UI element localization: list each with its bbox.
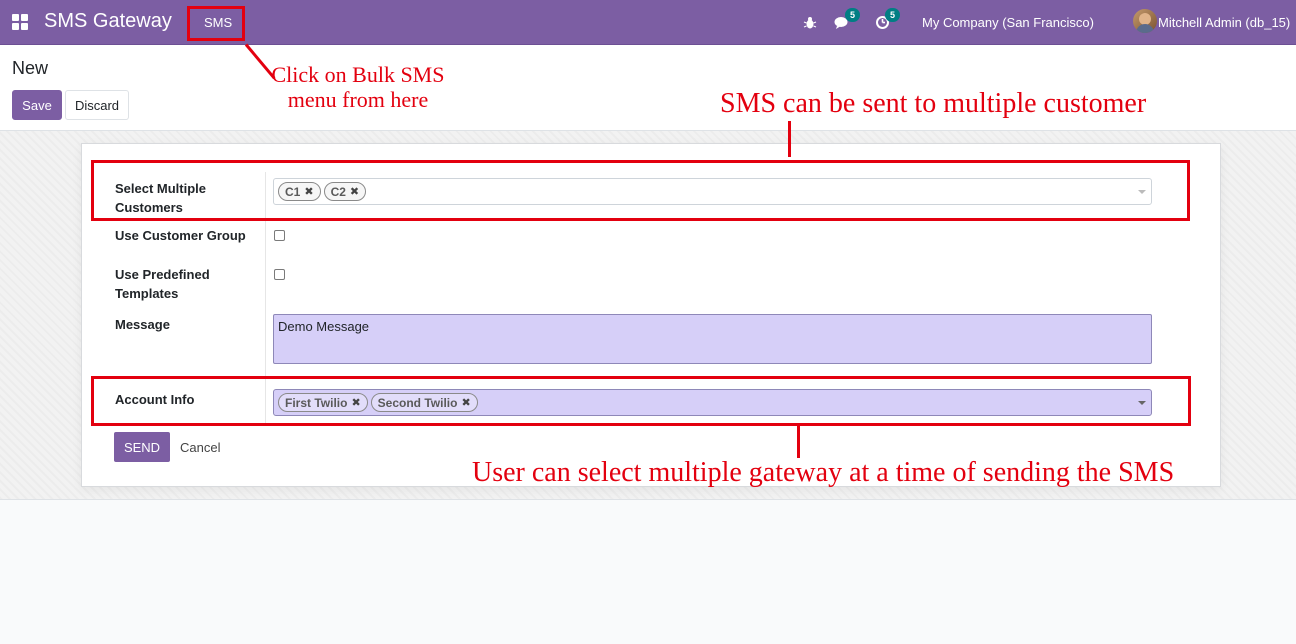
annotation-bulk-sms-line2: menu from here: [287, 87, 429, 112]
avatar[interactable]: [1133, 9, 1157, 33]
apps-icon[interactable]: [12, 14, 28, 30]
breadcrumb: New: [12, 58, 49, 78]
predefined-templates-label: Use Predefined Templates: [115, 267, 210, 301]
messaging-menu[interactable]: 5: [833, 0, 860, 45]
bug-icon: [803, 16, 817, 28]
message-label: Message: [115, 317, 170, 332]
activity-menu[interactable]: 5: [873, 0, 900, 45]
annotation-bulk-sms: Click on Bulk SMS menu from here: [258, 62, 458, 112]
activity-count-badge: 5: [885, 7, 900, 22]
annotation-multiple-customer: SMS can be sent to multiple customer: [720, 88, 1147, 119]
app-title[interactable]: SMS Gateway: [44, 10, 172, 33]
annotation-multiple-gateway: User can select multiple gateway at a ti…: [472, 457, 1175, 488]
message-textarea[interactable]: Demo Message: [273, 314, 1152, 364]
user-menu[interactable]: Mitchell Admin (db_15): [1158, 0, 1290, 45]
customer-group-label: Use Customer Group: [115, 228, 246, 243]
annotation-connector-line: [788, 121, 791, 157]
cancel-link[interactable]: Cancel: [180, 440, 220, 455]
discard-button[interactable]: Discard: [65, 90, 129, 120]
customer-group-checkbox[interactable]: [274, 230, 285, 241]
annotation-box-sms-menu: [187, 6, 245, 41]
annotation-box-customers: [91, 160, 1190, 221]
annotation-bulk-sms-line1: Click on Bulk SMS: [271, 62, 445, 87]
debug-bug-icon[interactable]: [803, 0, 817, 45]
chat-count-badge: 5: [845, 7, 860, 22]
annotation-connector-line: [797, 426, 800, 458]
annotation-box-account-info: [91, 376, 1191, 426]
predefined-templates-checkbox[interactable]: [274, 269, 285, 280]
company-switcher[interactable]: My Company (San Francisco): [922, 0, 1094, 45]
send-button[interactable]: SEND: [114, 432, 170, 462]
save-button[interactable]: Save: [12, 90, 62, 120]
